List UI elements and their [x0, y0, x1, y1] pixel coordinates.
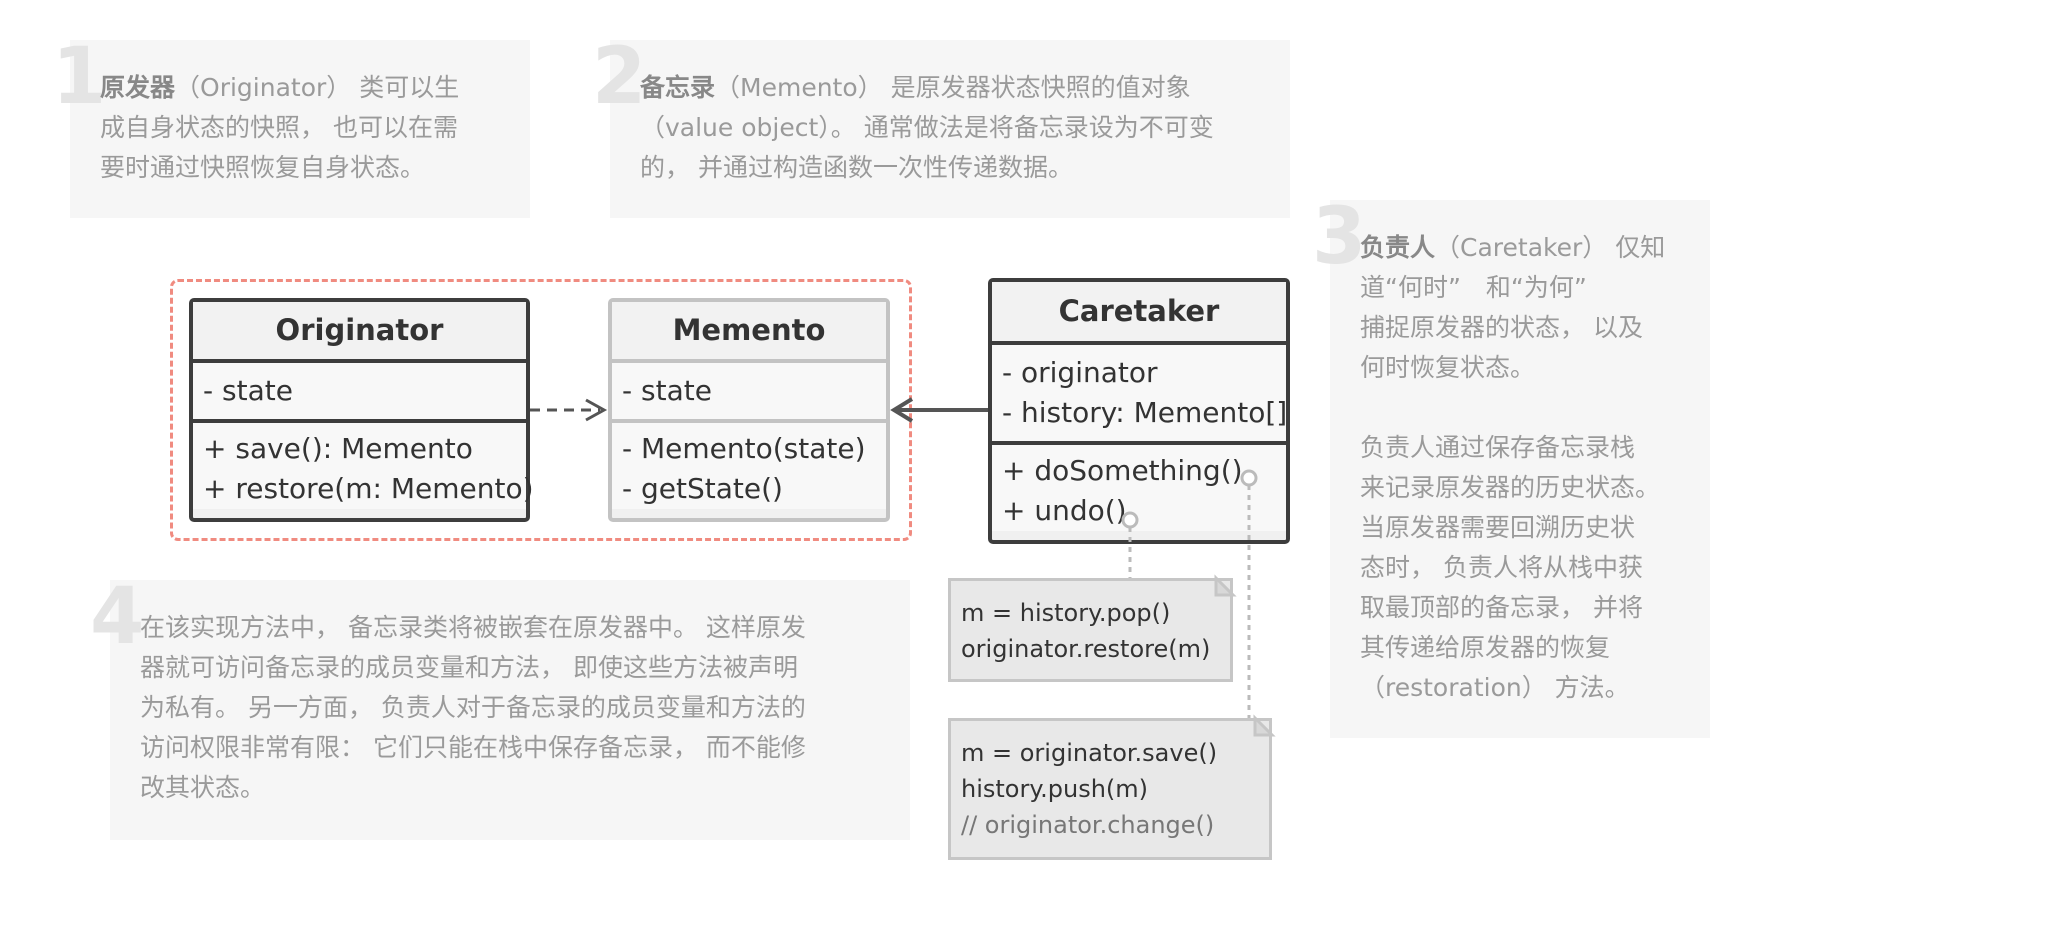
memento-methods: - Memento(state) - getState() — [612, 423, 886, 509]
memento-field: - state — [622, 374, 712, 407]
note-2-text: 备忘录（Memento） 是原发器状态快照的值对象 （value object）… — [640, 68, 1290, 188]
note-2-line-2: 的， 并通过构造函数一次性传递数据。 — [640, 153, 1073, 182]
note-3-p2-line-3: 态时， 负责人将从栈中获 — [1360, 553, 1643, 582]
note-4-line-3: 访问权限非常有限： 它们只能在栈中保存备忘录， 而不能修 — [140, 733, 806, 762]
note-1-line-0: （Originator） 类可以生 — [175, 73, 460, 102]
memento-title: Memento — [612, 302, 886, 363]
note-3-p2-line-6: （restoration） 方法。 — [1360, 673, 1630, 702]
undo-code-note: m = history.pop() originator.restore(m) — [948, 578, 1233, 682]
originator-method: + save(): Memento — [203, 432, 473, 465]
caretaker-method: + doSomething() — [1002, 454, 1243, 487]
memento-method: - getState() — [622, 472, 783, 505]
note-4-text: 在该实现方法中， 备忘录类将被嵌套在原发器中。 这样原发 器就可访问备忘录的成员… — [140, 608, 910, 808]
note-3-number: 3 — [1312, 192, 1367, 282]
caretaker-field: - history: Memento[] — [1002, 396, 1288, 429]
note-3-line-3: 何时恢复状态。 — [1360, 353, 1536, 382]
originator-title: Originator — [193, 302, 526, 363]
note-4-line-2: 为私有。 另一方面， 负责人对于备忘录的成员变量和方法的 — [140, 693, 806, 722]
memento-fields: - state — [612, 363, 886, 423]
note-2-line-1: （value object）。 通常做法是将备忘录设为不可变 — [640, 113, 1214, 142]
note-1-bold: 原发器 — [100, 73, 176, 102]
caretaker-title: Caretaker — [992, 282, 1286, 345]
caretaker-methods: + doSomething() + undo() — [992, 445, 1286, 531]
originator-class: Originator - state + save(): Memento + r… — [189, 298, 534, 522]
note-4-line-1: 器就可访问备忘录的成员变量和方法， 即使这些方法被声明 — [140, 653, 798, 682]
note-4-line-4: 改其状态。 — [140, 773, 266, 802]
note-2-bold: 备忘录 — [640, 73, 716, 102]
do-something-code-line: history.push(m) — [961, 775, 1149, 803]
undo-code-line: m = history.pop() — [961, 599, 1171, 627]
note-2-number: 2 — [592, 32, 647, 122]
note-3-text: 负责人（Caretaker） 仅知 道“何时” 和“为何” 捕捉原发器的状态， … — [1360, 228, 1705, 708]
do-something-code-comment: // originator.change() — [961, 811, 1215, 839]
note-3-bold: 负责人 — [1360, 233, 1436, 262]
originator-method: + restore(m: Memento) — [203, 472, 534, 505]
memento-method: - Memento(state) — [622, 432, 866, 465]
originator-methods: + save(): Memento + restore(m: Memento) — [193, 423, 534, 509]
do-something-code-line: m = originator.save() — [961, 739, 1218, 767]
note-2-line-0: （Memento） 是原发器状态快照的值对象 — [715, 73, 1191, 102]
note-1-number: 1 — [52, 32, 107, 122]
note-3-line-2: 捕捉原发器的状态， 以及 — [1360, 313, 1643, 342]
note-1-line-2: 要时通过快照恢复自身状态。 — [100, 153, 426, 182]
caretaker-fields: - originator - history: Memento[] — [992, 345, 1288, 445]
caretaker-class: Caretaker - originator - history: Mement… — [988, 278, 1290, 544]
note-3-p2-line-4: 取最顶部的备忘录， 并将 — [1360, 593, 1643, 622]
caretaker-field: - originator — [1002, 356, 1158, 389]
originator-fields: - state — [193, 363, 526, 423]
note-4-number: 4 — [90, 572, 145, 662]
caretaker-method: + undo() — [1002, 494, 1127, 527]
memento-class: Memento - state - Memento(state) - getSt… — [608, 298, 890, 522]
note-3-p2-line-5: 其传递给原发器的恢复 — [1360, 633, 1611, 662]
note-3-line-1: 道“何时” 和“为何” — [1360, 273, 1587, 302]
note-3-line-0: （Caretaker） 仅知 — [1435, 233, 1666, 262]
note-3-p2-line-0: 负责人通过保存备忘录栈 — [1360, 433, 1636, 462]
undo-code-line: originator.restore(m) — [961, 635, 1211, 663]
note-1-line-1: 成自身状态的快照， 也可以在需 — [100, 113, 458, 142]
note-4-line-0: 在该实现方法中， 备忘录类将被嵌套在原发器中。 这样原发 — [140, 613, 806, 642]
do-something-code-note: m = originator.save() history.push(m) //… — [948, 718, 1272, 860]
note-3-p2-line-1: 来记录原发器的历史状态。 — [1360, 473, 1661, 502]
note-3-p2-line-2: 当原发器需要回溯历史状 — [1360, 513, 1636, 542]
note-1-text: 原发器（Originator） 类可以生 成自身状态的快照， 也可以在需 要时通… — [100, 68, 520, 188]
originator-field: - state — [203, 374, 293, 407]
